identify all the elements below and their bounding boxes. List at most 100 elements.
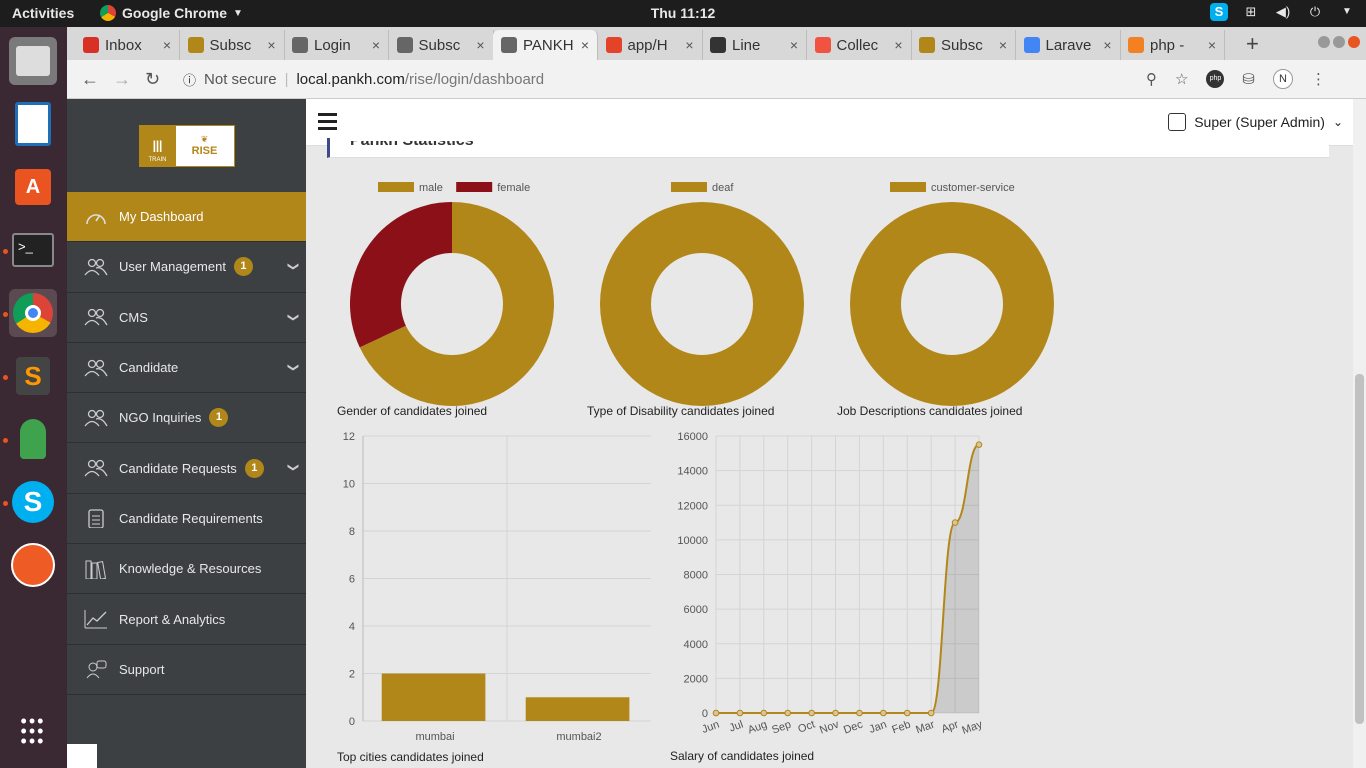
tab-7[interactable]: Collec ×	[807, 30, 912, 60]
app-menu[interactable]: Google Chrome ▼	[100, 5, 243, 21]
x-tick-label: Sep	[770, 719, 793, 737]
sidebar-item-candidate-requests[interactable]: Candidate Requests 1 ❯	[67, 443, 306, 494]
chrome-dock-icon[interactable]	[9, 289, 57, 337]
new-tab-button[interactable]: +	[1246, 31, 1259, 57]
page-scrollbar[interactable]	[1353, 99, 1366, 768]
close-tab-icon[interactable]: ×	[894, 37, 902, 53]
chevron-down-icon[interactable]: ❯	[287, 463, 300, 472]
chevron-down-icon[interactable]: ❯	[287, 312, 300, 321]
chart-title: Gender of candidates joined	[337, 404, 487, 418]
sidebar-item-ngo-inquiries[interactable]: NGO Inquiries 1	[67, 393, 306, 444]
extension-icon[interactable]: ⛁	[1242, 70, 1255, 88]
close-tab-icon[interactable]: ×	[685, 37, 693, 53]
x-tick-label: Dec	[842, 718, 865, 736]
sidebar-item-report-analytics[interactable]: Report & Analytics	[67, 594, 306, 645]
skype-tray-icon[interactable]: S	[1210, 3, 1228, 21]
volume-icon[interactable]: ◀)	[1274, 3, 1292, 21]
terminal-icon[interactable]: >_	[9, 226, 57, 274]
files-icon[interactable]	[9, 37, 57, 85]
activities-button[interactable]: Activities	[12, 5, 74, 21]
minimize-button[interactable]	[1318, 36, 1330, 48]
y-tick-label: 6	[349, 574, 355, 586]
bookmark-star-icon[interactable]: ☆	[1175, 70, 1188, 88]
sidebar-item-candidate-requirements[interactable]: Candidate Requirements	[67, 494, 306, 545]
address-bar[interactable]: ⓘ Not secure | local.pankh.com/rise/logi…	[183, 66, 1243, 93]
sidebar-item-support[interactable]: Support	[67, 645, 306, 695]
rocket-icon[interactable]	[9, 415, 57, 463]
close-window-button[interactable]	[1348, 36, 1360, 48]
gmail-icon	[83, 37, 99, 53]
tab-5[interactable]: app/H ×	[598, 30, 703, 60]
sidebar-item-cms[interactable]: CMS ❯	[67, 293, 306, 343]
x-tick-label: Feb	[890, 719, 912, 737]
profile-avatar[interactable]: N	[1273, 69, 1293, 89]
php-extension-icon[interactable]: php	[1206, 70, 1225, 88]
chevron-down-icon[interactable]: ❯	[287, 262, 300, 271]
clock[interactable]: Thu 11:12	[651, 5, 716, 21]
zoom-icon[interactable]: ⚲	[1146, 70, 1157, 88]
close-tab-icon[interactable]: ×	[1208, 37, 1216, 53]
sidebar-item-candidate[interactable]: Candidate ❯	[67, 343, 306, 394]
tab-4[interactable]: PANKH ×	[493, 30, 598, 60]
tab-9[interactable]: Larave ×	[1016, 30, 1121, 60]
data-point	[808, 709, 815, 717]
users-icon	[84, 358, 108, 378]
scrollbar-thumb[interactable]	[1355, 374, 1364, 724]
tab-10[interactable]: php - ×	[1120, 30, 1225, 60]
bar	[525, 697, 630, 721]
chrome-menu-icon[interactable]: ⋮	[1311, 70, 1326, 88]
tab-8[interactable]: Subsc ×	[911, 30, 1016, 60]
user-menu[interactable]: Super (Super Admin) ⌄	[1168, 113, 1343, 131]
software-center-icon[interactable]: A	[9, 163, 57, 211]
google-icon	[1023, 37, 1040, 53]
tab-0[interactable]: Inbox ×	[75, 30, 180, 60]
reload-button[interactable]: ↻	[145, 69, 160, 90]
chevron-down-icon[interactable]: ▼	[1338, 3, 1356, 21]
close-tab-icon[interactable]: ×	[267, 37, 275, 53]
rise-logo[interactable]: Ⅲ TRAIN ❦ RISE	[138, 124, 235, 167]
sidebar-item-knowledge-resources[interactable]: Knowledge & Resources	[67, 544, 306, 595]
legend-label: deaf	[712, 182, 734, 194]
tab-3[interactable]: Subsc ×	[389, 30, 494, 60]
sidebar-item-label: CMS	[119, 309, 148, 325]
close-tab-icon[interactable]: ×	[372, 37, 380, 53]
legend-swatch	[671, 182, 707, 192]
close-tab-icon[interactable]: ×	[163, 37, 171, 53]
system-tray[interactable]: S ⊞ ◀) ⏻ ▼	[1210, 3, 1356, 21]
x-tick-label: Jan	[868, 719, 889, 736]
tab-2[interactable]: Login ×	[284, 30, 389, 60]
sidebar-item-my-dashboard[interactable]: My Dashboard	[67, 192, 306, 243]
tab-label: Line	[732, 36, 761, 54]
info-icon[interactable]: ⓘ	[183, 70, 196, 89]
postman-icon[interactable]	[9, 541, 57, 589]
chevron-down-icon[interactable]: ❯	[287, 363, 300, 372]
tab-6[interactable]: Line ×	[702, 30, 807, 60]
tab-label: app/H	[627, 36, 668, 54]
hamburger-menu-icon[interactable]	[318, 113, 337, 130]
network-icon[interactable]: ⊞	[1242, 3, 1260, 21]
tab-1[interactable]: Subsc ×	[180, 30, 285, 60]
tab-label: Collec	[836, 36, 879, 54]
power-icon[interactable]: ⏻	[1306, 3, 1324, 21]
sidebar-item-user-management[interactable]: User Management 1 ❯	[67, 242, 306, 293]
forward-button[interactable]: →	[113, 69, 131, 90]
wing-icon	[919, 37, 935, 53]
maximize-button[interactable]	[1333, 36, 1345, 48]
chart-title: Job Descriptions candidates joined	[837, 404, 1022, 418]
sidebar-item-label: Report & Analytics	[119, 611, 226, 627]
not-secure-label: Not secure	[204, 71, 277, 88]
close-tab-icon[interactable]: ×	[476, 37, 484, 53]
close-tab-icon[interactable]: ×	[581, 37, 589, 53]
close-tab-icon[interactable]: ×	[999, 37, 1007, 53]
data-point	[975, 441, 983, 448]
back-button[interactable]: ←	[81, 69, 99, 90]
skype-icon[interactable]: S	[9, 478, 57, 526]
gitlab-icon	[605, 37, 622, 53]
sublime-icon[interactable]: S	[9, 352, 57, 400]
close-tab-icon[interactable]: ×	[1103, 37, 1111, 53]
show-apps-icon[interactable]: ••• ••• •••	[9, 707, 57, 755]
close-tab-icon[interactable]: ×	[790, 37, 798, 53]
data-point	[760, 709, 768, 717]
writer-icon[interactable]	[9, 100, 57, 148]
chevron-down-icon: ⌄	[1332, 115, 1343, 129]
